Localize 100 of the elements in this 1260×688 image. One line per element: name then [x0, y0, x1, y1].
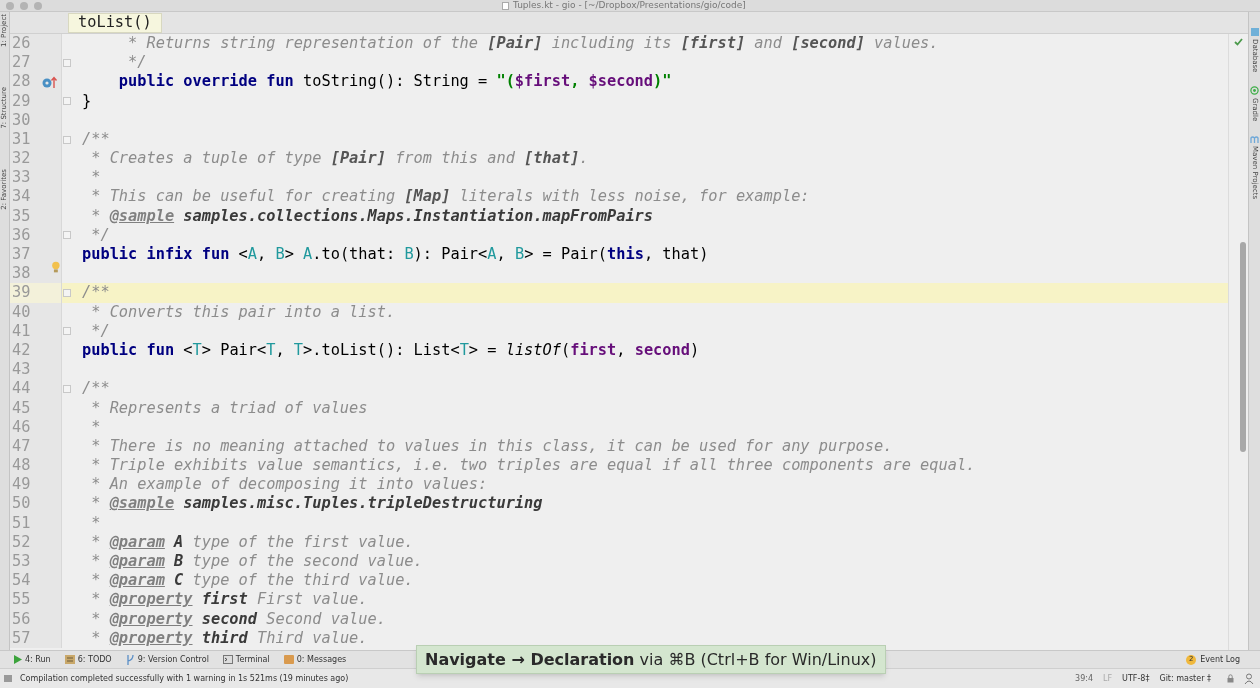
line-number: 51 [11, 515, 32, 531]
code-line: * @property first First value. [90, 592, 368, 608]
tool-window-button[interactable]: 0: Messages [283, 655, 347, 664]
messages-icon [283, 655, 294, 664]
line-number: 53 [11, 554, 32, 570]
file-icon [502, 1, 509, 10]
line-number: 48 [11, 458, 32, 474]
code-line: * [90, 419, 101, 435]
fold-icon[interactable] [63, 231, 71, 240]
line-number: 41 [11, 323, 32, 340]
line-number: 36 [11, 227, 32, 244]
terminal-icon [222, 655, 233, 664]
tool-window-button[interactable]: 6: TODO [64, 655, 112, 664]
line-number: 35 [11, 208, 32, 224]
tool-window-button[interactable]: 9: Version Control [125, 654, 209, 665]
status-panel-icon[interactable] [4, 675, 12, 682]
code-line: */ [127, 55, 147, 71]
close-icon[interactable] [6, 1, 14, 10]
line-number: 42 [11, 342, 32, 359]
code-line: } [81, 93, 92, 109]
person-icon[interactable] [1244, 673, 1254, 684]
code-line: public override fun toString(): String = "($first, $second)" [117, 74, 672, 90]
code-line: * @property second Second value. [90, 611, 386, 627]
breadcrumb-item[interactable]: toList() [68, 12, 162, 33]
code-line: * Represents a triad of values [90, 400, 368, 416]
code-line: * @sample samples.collections.Maps.Instantiation.mapFromPairs [90, 208, 653, 224]
line-number: 55 [11, 592, 32, 608]
tool-window-button[interactable]: Terminal [222, 655, 270, 664]
line-number: 31 [11, 131, 32, 148]
navigation-tip: Navigate → Declaration via ⌘B (Ctrl+B for Win/Linux) [416, 645, 886, 674]
line-number: 47 [11, 438, 32, 455]
line-number: 32 [11, 151, 32, 167]
code-line: * Creates a tuple of type [Pair] from this and [that]. [90, 151, 589, 167]
branch-icon [125, 654, 135, 665]
line-number: 43 [11, 362, 32, 378]
window-title: Tuples.kt - gio - [~/Dropbox/Presentations/gio/code] [513, 1, 746, 10]
maximize-icon[interactable] [34, 1, 42, 10]
play-icon [14, 655, 22, 664]
code-line: */ [90, 323, 110, 340]
code-line: /** [81, 381, 110, 397]
list-icon [64, 655, 75, 664]
maven-icon [1250, 135, 1259, 143]
fold-icon[interactable] [63, 58, 71, 67]
check-icon [1234, 38, 1243, 46]
line-number: 33 [11, 170, 32, 186]
code-line: * [90, 515, 101, 531]
database-icon [1250, 28, 1259, 36]
git-branch[interactable]: Git: master ‡ [1159, 672, 1211, 685]
line-number: 26 [11, 35, 32, 52]
line-number: 57 [11, 630, 32, 647]
line-number: 52 [11, 534, 32, 551]
line-number: 30 [11, 112, 32, 128]
code-line: public fun <T> Pair<T, T>.toList(): List<T> = listOf(first, second) [81, 342, 700, 359]
line-number: 38 [11, 266, 32, 282]
line-number: 39 [11, 285, 32, 301]
minimize-icon[interactable] [20, 1, 28, 10]
fold-icon[interactable] [63, 289, 71, 298]
code-line: /** [81, 285, 110, 301]
fold-icon[interactable] [63, 327, 71, 336]
fold-icon[interactable] [63, 97, 71, 106]
code-line: * There is no meaning attached to values in this class, it can be used for any purpose. [90, 438, 893, 455]
line-number: 45 [11, 400, 32, 416]
line-number: 44 [11, 381, 32, 397]
code-line: * Triple exhibits value semantics, i.e. two triples are equal if all three components are equal. [90, 458, 976, 474]
line-number: 49 [11, 477, 32, 493]
code-line: * @param A type of the first value. [90, 534, 414, 551]
code-line: * @sample samples.misc.Tuples.tripleDestructuring [90, 496, 543, 512]
fold-icon[interactable] [63, 384, 71, 393]
gradle-icon [1250, 86, 1259, 96]
encoding[interactable]: UTF-8‡ [1122, 672, 1150, 685]
line-number: 56 [11, 611, 32, 627]
override-icon[interactable] [42, 74, 58, 89]
fold-icon[interactable] [63, 135, 71, 144]
line-number: 34 [11, 189, 32, 205]
line-number: 46 [11, 419, 32, 435]
line-number: 29 [11, 93, 32, 109]
code-editor[interactable] [10, 34, 1228, 650]
lock-icon[interactable] [1227, 674, 1234, 683]
line-number: 54 [11, 573, 32, 589]
code-line: * [90, 170, 101, 186]
line-number: 37 [11, 247, 32, 263]
tool-window-button[interactable]: 4: Run [14, 655, 51, 664]
code-line: */ [90, 227, 110, 244]
code-line: * @property third Third value. [90, 630, 368, 647]
code-line: * Converts this pair into a list. [90, 304, 396, 320]
lightbulb-icon[interactable] [51, 260, 61, 273]
status-message: Compilation completed successfully with 1 warning in 1s 521ms (19 minutes ago) [20, 672, 349, 685]
code-line: * @param B type of the second value. [90, 554, 423, 570]
line-number: 28 [11, 74, 32, 90]
code-line: * Returns string representation of the [Pair] including its [first] and [second] values. [127, 35, 939, 52]
line-number: 50 [11, 496, 32, 512]
line-number: 40 [11, 304, 32, 320]
scrollbar-thumb[interactable] [1239, 242, 1246, 452]
caret-position[interactable]: 39:4 [1075, 672, 1094, 685]
line-number: 27 [11, 55, 32, 71]
code-line: * This can be useful for creating [Map] literals with less noise, for example: [90, 189, 810, 205]
code-line: public infix fun <A, B> A.to(that: B): Pair<A, B> = Pair(this, that) [81, 247, 709, 263]
code-line: * An example of decomposing it into values: [90, 477, 488, 493]
code-line: /** [81, 131, 110, 148]
code-line: * @param C type of the third value. [90, 573, 414, 589]
